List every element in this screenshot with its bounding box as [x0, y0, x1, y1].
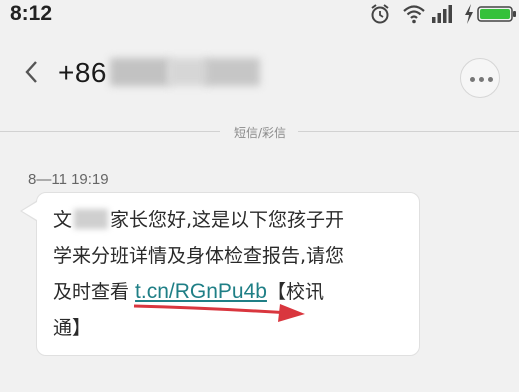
status-time: 8:12: [10, 2, 53, 25]
bubble-tail: [22, 202, 37, 220]
divider-line: [0, 131, 220, 132]
back-button[interactable]: [22, 58, 42, 90]
redacted-number: [168, 58, 208, 86]
signal-icon: [431, 3, 455, 29]
battery-icon: [477, 3, 517, 29]
message-line: 文家长您好,这是以下您孩子开: [53, 209, 345, 231]
redacted-number: [110, 58, 170, 86]
message-line: 学来分班详情及身体检查报告,请您: [53, 245, 345, 267]
message-line: 通】: [53, 317, 92, 339]
redacted-number: [205, 58, 260, 86]
divider-line: [298, 131, 519, 132]
annotation-arrow-icon: [130, 296, 310, 330]
conversation-header: +86: [0, 30, 519, 112]
message-timestamp: 8—11 19:19: [28, 171, 109, 188]
more-button[interactable]: [460, 58, 500, 98]
charging-icon: [463, 3, 475, 29]
redacted-name: [74, 209, 109, 229]
message-type-label: 短信/彩信: [233, 126, 287, 140]
alarm-icon: [369, 3, 391, 29]
contact-number: +86: [58, 57, 107, 88]
more-icon: [470, 77, 475, 82]
wifi-icon: [402, 3, 426, 29]
status-bar: 8:12: [0, 0, 519, 30]
